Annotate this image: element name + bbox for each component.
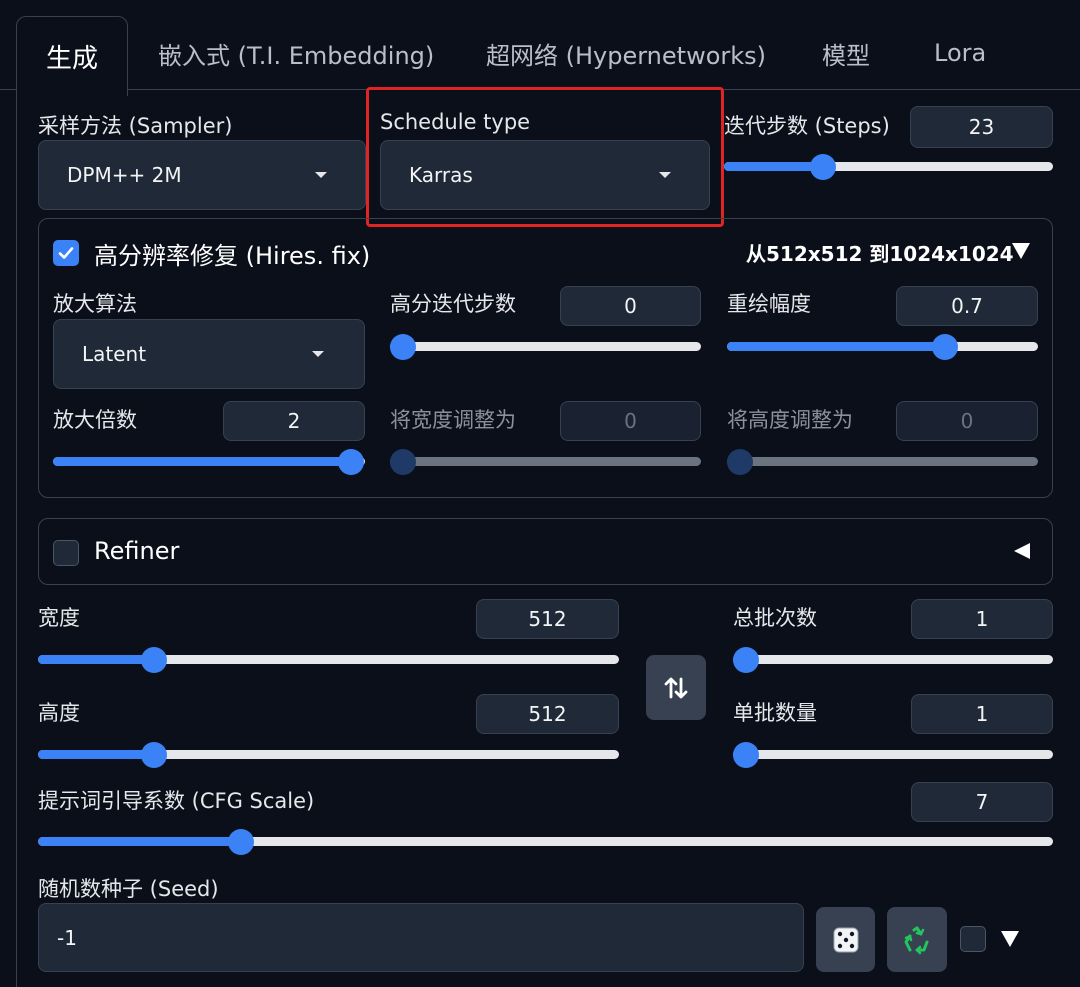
hires-steps-slider[interactable] — [390, 334, 701, 360]
refiner-panel[interactable] — [38, 518, 1053, 585]
height-label: 高度 — [38, 701, 80, 725]
steps-label: 迭代步数 (Steps) — [724, 114, 890, 138]
slider-fill — [724, 162, 823, 171]
slider-track — [733, 750, 1053, 759]
slider-thumb[interactable] — [390, 334, 416, 360]
swap-vertical-arrows-icon — [664, 677, 688, 698]
slider-thumb[interactable] — [727, 449, 753, 475]
width-number-input[interactable]: 512 — [476, 599, 619, 639]
sampler-dropdown[interactable]: DPM++ 2M — [38, 140, 366, 210]
cfg-scale-slider[interactable] — [38, 829, 1053, 855]
slider-track — [733, 655, 1053, 664]
seed-input[interactable]: -1 — [38, 903, 804, 972]
width-slider[interactable] — [38, 647, 619, 673]
slider-track — [727, 457, 1038, 466]
batch-size-number-input[interactable]: 1 — [911, 694, 1053, 734]
batch-count-number-input[interactable]: 1 — [911, 599, 1053, 639]
chevron-down-icon — [312, 351, 324, 357]
slider-thumb[interactable] — [141, 742, 168, 768]
refiner-checkbox[interactable] — [53, 540, 79, 566]
slider-thumb[interactable] — [809, 154, 836, 180]
upscaler-dropdown[interactable]: Latent — [53, 319, 365, 389]
slider-fill — [38, 655, 155, 664]
upscale-by-label: 放大倍数 — [53, 408, 137, 432]
schedule-type-dropdown[interactable]: Karras — [380, 140, 710, 210]
resize-height-label: 将高度调整为 — [727, 408, 853, 432]
tab-embedding[interactable]: 嵌入式 (T.I. Embedding) — [158, 16, 434, 90]
tab-content-border — [16, 89, 17, 987]
dice-icon — [833, 927, 858, 952]
slider-thumb[interactable] — [338, 449, 364, 475]
extra-seed-dropdown-triangle-icon[interactable] — [1001, 931, 1019, 947]
schedule-type-label: Schedule type — [380, 110, 531, 134]
hires-steps-label: 高分迭代步数 — [390, 292, 516, 316]
batch-count-label: 总批次数 — [733, 606, 817, 630]
checkmark-icon — [58, 247, 74, 259]
upscaler-value: Latent — [82, 342, 147, 366]
upscale-by-slider[interactable] — [53, 449, 365, 475]
slider-fill — [727, 342, 945, 351]
seed-label: 随机数种子 (Seed) — [38, 877, 219, 901]
slider-thumb[interactable] — [733, 647, 759, 673]
sampler-value: DPM++ 2M — [67, 163, 182, 187]
height-slider[interactable] — [38, 742, 619, 768]
slider-fill — [53, 457, 352, 466]
slider-thumb[interactable] — [141, 647, 168, 673]
chevron-down-icon — [659, 172, 671, 178]
batch-size-slider[interactable] — [733, 742, 1053, 768]
tab-models[interactable]: 模型 — [822, 16, 870, 90]
steps-number-input[interactable]: 23 — [910, 106, 1053, 148]
reuse-seed-button[interactable] — [887, 907, 947, 972]
extra-seed-checkbox[interactable] — [960, 926, 986, 952]
tab-label: 生成 — [45, 44, 98, 74]
cfg-scale-number-input[interactable]: 7 — [911, 782, 1053, 822]
denoise-number-input[interactable]: 0.7 — [896, 286, 1038, 326]
hires-fix-checkbox[interactable] — [53, 240, 79, 266]
height-number-input[interactable]: 512 — [476, 694, 619, 734]
slider-thumb[interactable] — [733, 742, 759, 768]
slider-fill — [38, 837, 241, 846]
tab-hypernetworks[interactable]: 超网络 (Hypernetworks) — [486, 16, 766, 90]
denoise-label: 重绘幅度 — [727, 292, 811, 316]
resize-height-number-input[interactable]: 0 — [896, 401, 1038, 441]
slider-fill — [38, 750, 155, 759]
sampler-label: 采样方法 (Sampler) — [38, 114, 233, 138]
random-seed-button[interactable] — [816, 907, 875, 972]
denoise-slider[interactable] — [727, 334, 1038, 360]
steps-slider[interactable] — [724, 154, 1053, 180]
batch-size-label: 单批数量 — [733, 701, 817, 725]
refiner-title: Refiner — [94, 537, 180, 565]
slider-thumb[interactable] — [931, 334, 958, 360]
upscaler-label: 放大算法 — [53, 292, 137, 316]
swap-dimensions-button[interactable] — [646, 655, 706, 720]
collapse-triangle-icon[interactable] — [1012, 243, 1030, 259]
resize-width-number-input[interactable]: 0 — [560, 401, 701, 441]
slider-track — [390, 457, 701, 466]
width-label: 宽度 — [38, 606, 80, 630]
upscale-by-number-input[interactable]: 2 — [223, 401, 365, 441]
cfg-scale-label: 提示词引导系数 (CFG Scale) — [38, 789, 315, 813]
recycle-icon — [904, 926, 929, 954]
slider-track — [390, 342, 701, 351]
schedule-type-value: Karras — [409, 163, 473, 187]
tab-generate[interactable]: 生成 — [16, 16, 128, 96]
batch-count-slider[interactable] — [733, 647, 1053, 673]
resize-width-label: 将宽度调整为 — [390, 408, 516, 432]
expand-triangle-icon[interactable] — [1014, 543, 1030, 559]
slider-thumb[interactable] — [228, 829, 254, 855]
hires-fix-title: 高分辨率修复 (Hires. fix) — [94, 242, 371, 270]
resize-width-slider[interactable] — [390, 449, 701, 475]
hires-fix-summary: 从512x512 到1024x1024 — [746, 242, 1014, 266]
slider-thumb[interactable] — [390, 449, 416, 475]
tab-lora[interactable]: Lora — [934, 16, 986, 90]
resize-height-slider[interactable] — [727, 449, 1038, 475]
chevron-down-icon — [315, 172, 327, 178]
hires-steps-number-input[interactable]: 0 — [560, 286, 701, 326]
